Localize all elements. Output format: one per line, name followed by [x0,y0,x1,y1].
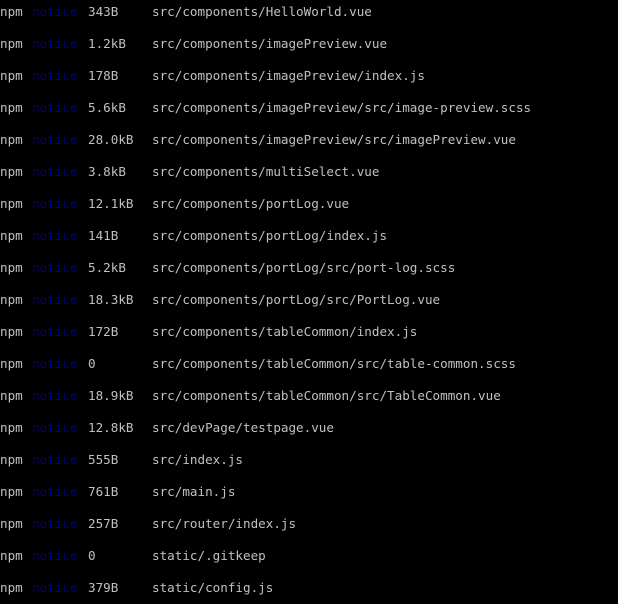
npm-prefix: npm [0,164,23,179]
npm-prefix: npm [0,420,23,435]
file-size: 0 [88,356,96,371]
file-path: src/components/tableCommon/src/TableComm… [152,388,501,403]
notice-label: notice [32,228,78,243]
file-size: 555B [88,452,119,467]
file-path: src/components/HelloWorld.vue [152,4,372,19]
notice-label: notice [32,420,78,435]
file-size: 12.1kB [88,196,134,211]
npm-prefix: npm [0,516,23,531]
npm-prefix: npm [0,292,23,307]
terminal-window[interactable]: npm notice 343B src/components/HelloWorld.v… [0,0,618,604]
file-size: 18.9kB [88,388,134,403]
npm-prefix: npm [0,68,23,83]
file-size: 12.8kB [88,420,134,435]
file-size: 257B [88,516,119,531]
notice-label: notice [32,132,78,147]
file-size: 172B [88,324,119,339]
npm-prefix: npm [0,196,23,211]
file-size: 343B [88,4,119,19]
notice-label: notice [32,356,78,371]
file-path: src/components/portLog.vue [152,196,350,211]
npm-prefix: npm [0,452,23,467]
npm-prefix: npm [0,356,23,371]
file-size: 0 [88,548,96,563]
file-path: src/index.js [152,452,243,467]
file-path: src/components/imagePreview/index.js [152,68,425,83]
npm-prefix: npm [0,4,23,19]
file-path: src/devPage/testpage.vue [152,420,334,435]
file-path: src/components/tableCommon/index.js [152,324,418,339]
file-path: static/config.js [152,580,274,595]
file-path: src/components/imagePreview/src/image-pr… [152,100,532,115]
file-path: src/components/portLog/src/PortLog.vue [152,292,441,307]
file-path: src/components/imagePreview/src/imagePre… [152,132,516,147]
file-path: src/router/index.js [152,516,297,531]
file-size: 761B [88,484,119,499]
npm-prefix: npm [0,388,23,403]
notice-label: notice [32,388,78,403]
npm-prefix: npm [0,100,23,115]
file-size: 5.2kB [88,260,126,275]
notice-label: notice [32,260,78,275]
notice-label: notice [32,548,78,563]
file-path: src/components/portLog/index.js [152,228,388,243]
file-path: src/components/imagePreview.vue [152,36,388,51]
notice-label: notice [32,36,78,51]
notice-label: notice [32,292,78,307]
file-size: 379B [88,580,119,595]
file-size: 28.0kB [88,132,134,147]
notice-label: notice [32,4,78,19]
file-path: src/components/portLog/src/port-log.scss [152,260,456,275]
notice-label: notice [32,164,78,179]
npm-prefix: npm [0,548,23,563]
file-size: 3.8kB [88,164,126,179]
notice-label: notice [32,452,78,467]
file-size: 5.6kB [88,100,126,115]
notice-label: notice [32,196,78,211]
notice-label: notice [32,100,78,115]
notice-label: notice [32,324,78,339]
file-path: src/main.js [152,484,236,499]
file-path: src/components/tableCommon/src/table-com… [152,356,516,371]
file-size: 18.3kB [88,292,134,307]
npm-prefix: npm [0,36,23,51]
npm-prefix: npm [0,132,23,147]
file-path: src/components/multiSelect.vue [152,164,380,179]
npm-prefix: npm [0,228,23,243]
file-size: 1.2kB [88,36,126,51]
npm-prefix: npm [0,324,23,339]
npm-prefix: npm [0,580,23,595]
file-path: static/.gitkeep [152,548,266,563]
notice-label: notice [32,516,78,531]
npm-prefix: npm [0,260,23,275]
notice-label: notice [32,484,78,499]
file-size: 178B [88,68,119,83]
notice-label: notice [32,580,78,595]
npm-prefix: npm [0,484,23,499]
notice-label: notice [32,68,78,83]
file-size: 141B [88,228,119,243]
